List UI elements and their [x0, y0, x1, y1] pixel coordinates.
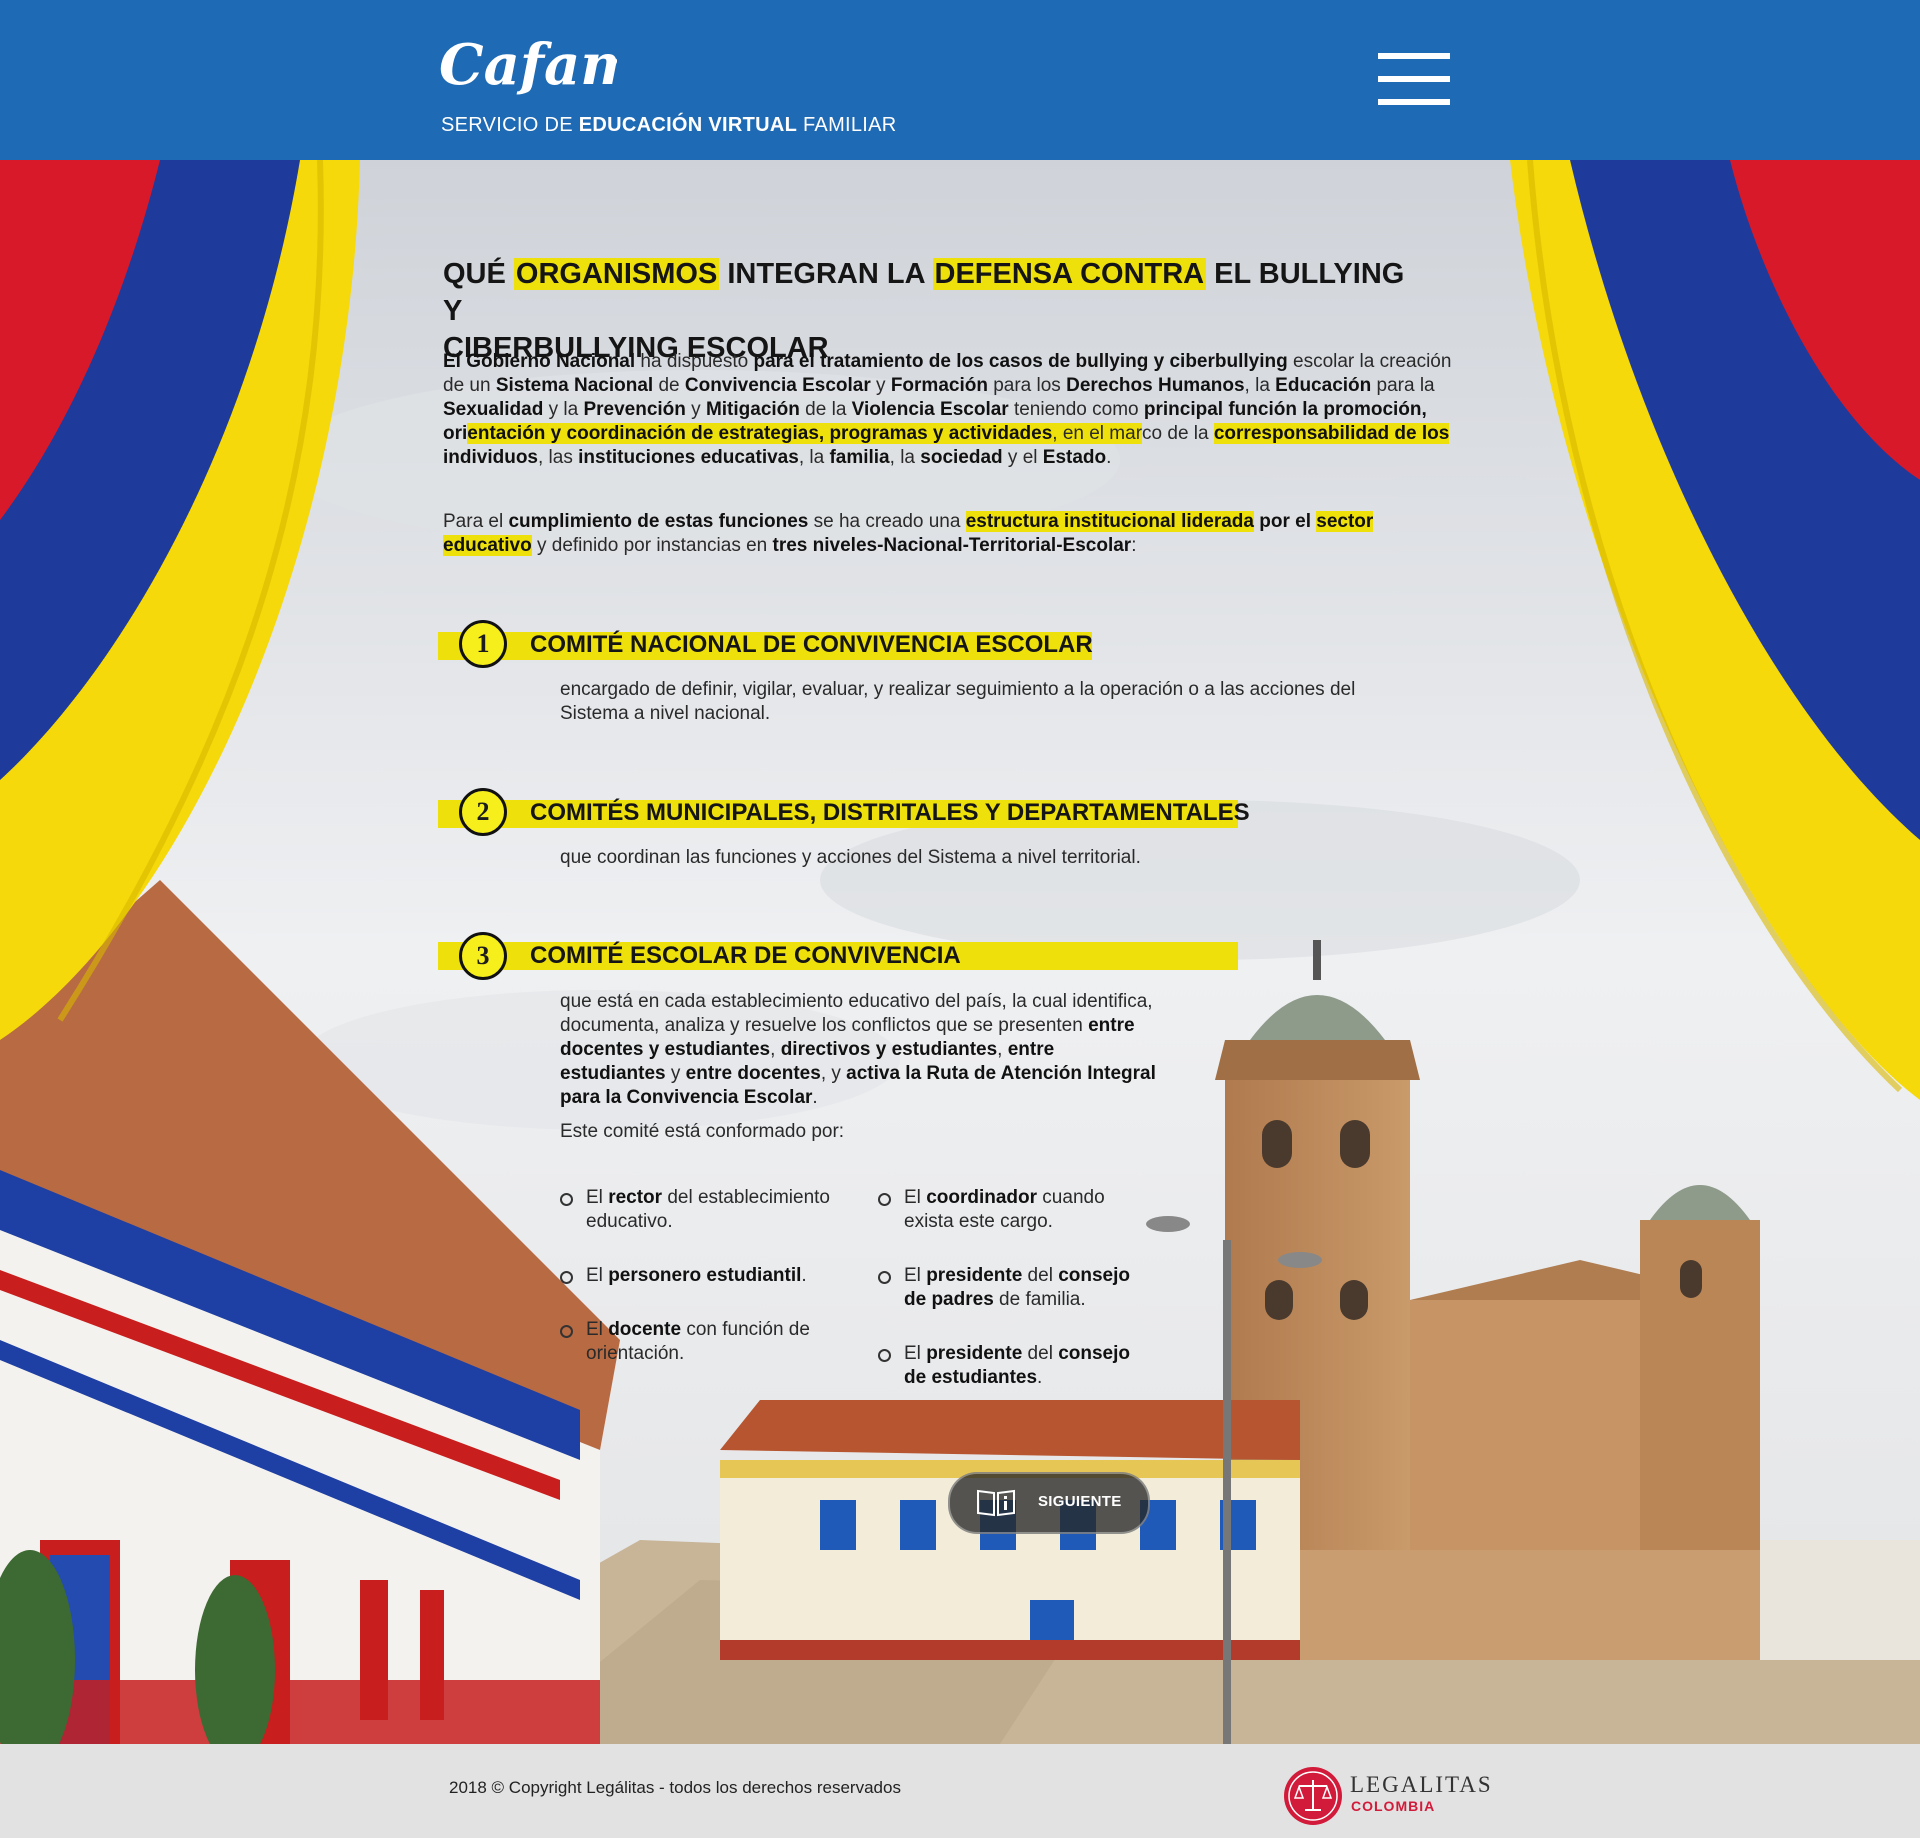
copyright-text: 2018 © Copyright Legálitas - todos los d… — [449, 1778, 901, 1797]
members-intro: Este comité está conformado por: — [560, 1121, 845, 1142]
book-info-icon — [977, 1489, 1015, 1517]
legalitas-brand-country: COLOMBIA — [1351, 1798, 1436, 1814]
intro-paragraph-1: El Gobierno Nacional ha dispuesto para e… — [443, 351, 1452, 468]
list-item: El personero estudiantil. — [560, 1264, 866, 1288]
scales-of-justice-icon[interactable] — [1283, 1766, 1343, 1826]
list-item: El docente con función de orientación. — [560, 1318, 846, 1366]
step-1-title: COMITÉ NACIONAL DE CONVIVENCIA ESCOLAR — [530, 631, 1093, 658]
step-2-title: COMITÉS MUNICIPALES, DISTRITALES Y DEPAR… — [530, 799, 1250, 826]
list-item: El presidente del consejo de estudiantes… — [878, 1342, 1154, 1390]
legalitas-brand-name: LEGALITAS — [1350, 1772, 1493, 1797]
list-item: El rector del establecimiento educativo. — [560, 1186, 866, 1234]
main-content: QUÉ ORGANISMOS INTEGRAN LA DEFENSA CONTR… — [0, 0, 1920, 1744]
bullet-icon — [560, 1325, 573, 1338]
bullet-icon — [878, 1349, 891, 1362]
step-2-description: que coordinan las funciones y acciones d… — [560, 847, 1141, 868]
intro-paragraph-2: Para el cumplimiento de estas funciones … — [443, 511, 1374, 556]
next-button-label: SIGUIENTE — [1038, 1493, 1122, 1510]
list-item: El presidente del consejo de padres de f… — [878, 1264, 1154, 1312]
title-highlight: ORGANISMOS — [513, 258, 720, 290]
step-3-title: COMITÉ ESCOLAR DE CONVIVENCIA — [530, 942, 961, 969]
site-footer: 2018 © Copyright Legálitas - todos los d… — [0, 1744, 1920, 1838]
bullet-icon — [560, 1193, 573, 1206]
title-part: INTEGRAN LA — [719, 258, 933, 290]
bullet-icon — [878, 1193, 891, 1206]
step-3-description: que está en cada establecimiento educati… — [560, 991, 1156, 1108]
title-part: QUÉ — [443, 258, 514, 290]
title-highlight: DEFENSA CONTRA — [932, 258, 1207, 290]
list-item: El coordinador cuando exista este cargo. — [878, 1186, 1144, 1234]
bullet-icon — [560, 1271, 573, 1284]
next-button[interactable]: SIGUIENTE — [948, 1472, 1150, 1534]
bullet-icon — [878, 1271, 891, 1284]
step-1-number-badge: 1 — [459, 620, 507, 668]
step-2-number-badge: 2 — [459, 788, 507, 836]
step-3-number-badge: 3 — [459, 932, 507, 980]
step-1-description: encargado de definir, vigilar, evaluar, … — [560, 679, 1356, 724]
